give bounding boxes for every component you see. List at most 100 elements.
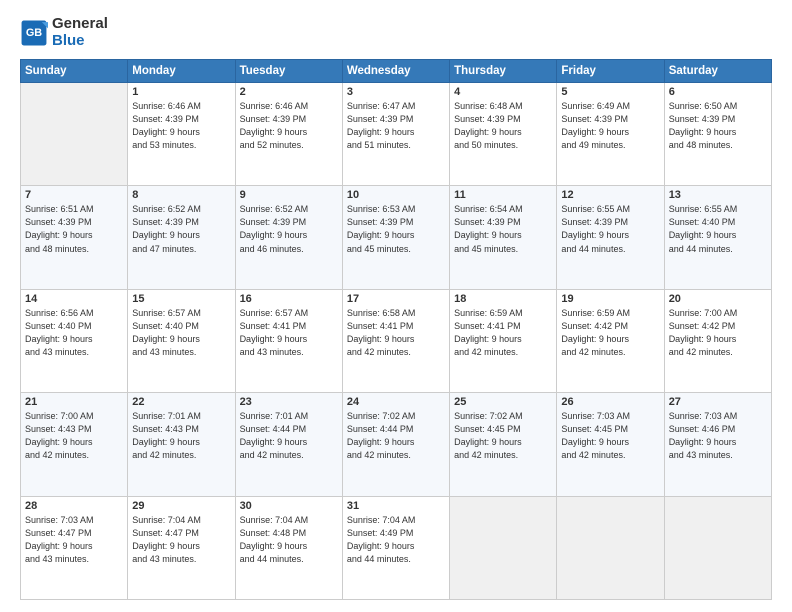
day-number: 26 [561,396,659,408]
calendar-cell: 12 Sunrise: 6:55 AMSunset: 4:39 PMDayligh… [557,186,664,289]
cell-info: Sunrise: 6:55 AMSunset: 4:39 PMDaylight:… [561,203,659,255]
cell-info-line: and 45 minutes. [347,244,411,254]
cell-info-line: Sunset: 4:45 PM [561,424,628,434]
cell-info-line: Sunrise: 6:53 AM [347,204,416,214]
cell-info: Sunrise: 7:04 AMSunset: 4:49 PMDaylight:… [347,514,445,566]
cell-info: Sunrise: 6:48 AMSunset: 4:39 PMDaylight:… [454,100,552,152]
calendar-table: SundayMondayTuesdayWednesdayThursdayFrid… [20,59,772,600]
cell-info: Sunrise: 7:02 AMSunset: 4:44 PMDaylight:… [347,410,445,462]
cell-info-line: Daylight: 9 hours [561,230,629,240]
cell-info-line: Sunset: 4:39 PM [347,217,414,227]
cell-info: Sunrise: 7:00 AMSunset: 4:42 PMDaylight:… [669,307,767,359]
cell-info: Sunrise: 6:59 AMSunset: 4:41 PMDaylight:… [454,307,552,359]
calendar-cell: 31Sunrise: 7:04 AMSunset: 4:49 PMDayligh… [342,496,449,599]
cell-info: Sunrise: 6:54 AMSunset: 4:39 PMDaylight:… [454,203,552,255]
day-number: 30 [240,500,338,512]
cell-info-line: Sunset: 4:43 PM [132,424,199,434]
calendar-cell: 14 Sunrise: 6:56 AMSunset: 4:40 PMDayligh… [21,289,128,392]
col-header-thursday: Thursday [450,60,557,83]
cell-info-line: Sunset: 4:40 PM [132,321,199,331]
day-number: 24 [347,396,445,408]
logo-text: General Blue [52,16,108,49]
cell-info-line: Daylight: 9 hours [240,230,308,240]
cell-info: Sunrise: 6:57 AMSunset: 4:41 PMDaylight:… [240,307,338,359]
cell-info-line: Sunset: 4:39 PM [669,114,736,124]
cell-info-line: Sunrise: 6:46 AM [240,101,309,111]
calendar-cell: 26Sunrise: 7:03 AMSunset: 4:45 PMDayligh… [557,393,664,496]
cell-info: Sunrise: 7:03 AMSunset: 4:47 PMDaylight:… [25,514,123,566]
cell-info-line: Daylight: 9 hours [454,334,522,344]
col-header-tuesday: Tuesday [235,60,342,83]
calendar-row-2: 7Sunrise: 6:51 AMSunset: 4:39 PMDaylight… [21,186,772,289]
cell-info-line: and 47 minutes. [132,244,196,254]
cell-info-line: Sunset: 4:48 PM [240,528,307,538]
day-number: 19 [561,293,659,305]
day-number: 1 [132,86,230,98]
cell-info: Sunrise: 6:46 AM Sunset: 4:39 PM Daylight:… [240,100,338,152]
header: GB General Blue [20,16,772,49]
calendar-cell: 7Sunrise: 6:51 AMSunset: 4:39 PMDaylight… [21,186,128,289]
cell-info-line: and 44 minutes. [669,244,733,254]
cell-info-line: and 49 minutes. [561,140,625,150]
day-number: 7 [25,189,123,201]
calendar-cell: 4Sunrise: 6:48 AMSunset: 4:39 PMDaylight… [450,83,557,186]
cell-info-line: and 43 minutes. [669,450,733,460]
cell-info-line: and 51 minutes. [347,140,411,150]
cell-info-line: Sunset: 4:40 PM [25,321,92,331]
page: GB General Blue SundayMondayTuesdayWedne… [0,0,792,612]
cell-info-line: and 43 minutes. [240,347,304,357]
cell-info-line: Daylight: 9 hours [132,127,200,137]
cell-info-line: Daylight: 9 hours [561,127,629,137]
cell-info-line: Sunset: 4:39 PM [240,217,307,227]
cell-info-line: Daylight: 9 hours [347,541,415,551]
cell-info-line: Daylight: 9 hours [454,437,522,447]
cell-info-line: and 42 minutes. [561,450,625,460]
cell-info-line: Sunset: 4:39 PM [240,114,307,124]
calendar-header-row: SundayMondayTuesdayWednesdayThursdayFrid… [21,60,772,83]
calendar-cell [21,83,128,186]
cell-info: Sunrise: 7:00 AMSunset: 4:43 PMDaylight:… [25,410,123,462]
cell-info-line: Daylight: 9 hours [561,437,629,447]
calendar-cell: 20Sunrise: 7:00 AMSunset: 4:42 PMDayligh… [664,289,771,392]
cell-info-line: Sunrise: 7:03 AM [669,411,738,421]
cell-info-line: and 42 minutes. [347,450,411,460]
cell-info-line: Sunrise: 7:04 AM [240,515,309,525]
calendar-cell: 5Sunrise: 6:49 AMSunset: 4:39 PMDaylight… [557,83,664,186]
cell-info-line: Sunrise: 6:49 AM [561,101,630,111]
calendar-cell: 10Sunrise: 6:53 AMSunset: 4:39 PMDayligh… [342,186,449,289]
cell-info-line: Sunset: 4:39 PM [25,217,92,227]
cell-info: Sunrise: 7:02 AMSunset: 4:45 PMDaylight:… [454,410,552,462]
cell-info-line: Sunrise: 7:00 AM [669,308,738,318]
cell-info-line: Daylight: 9 hours [25,541,93,551]
col-header-wednesday: Wednesday [342,60,449,83]
cell-info: Sunrise: 6:46 AMSunset: 4:39 PMDaylight:… [132,100,230,152]
cell-info-line: Daylight: 9 hours [240,541,308,551]
cell-info: Sunrise: 6:50 AMSunset: 4:39 PMDaylight:… [669,100,767,152]
cell-info: Sunrise: 7:03 AMSunset: 4:46 PMDaylight:… [669,410,767,462]
cell-info: Sunrise: 6:57 AMSunset: 4:40 PMDaylight:… [132,307,230,359]
cell-info-line: and 42 minutes. [454,347,518,357]
day-number: 16 [240,293,338,305]
cell-info-line: Daylight: 9 hours [454,230,522,240]
calendar-row-3: 14 Sunrise: 6:56 AMSunset: 4:40 PMDayligh… [21,289,772,392]
calendar-cell: 9Sunrise: 6:52 AMSunset: 4:39 PMDaylight… [235,186,342,289]
cell-info-line: Sunrise: 6:59 AM [454,308,523,318]
day-number: 17 [347,293,445,305]
cell-info-line: Sunset: 4:45 PM [454,424,521,434]
cell-info-line: and 43 minutes. [25,554,89,564]
day-number: 28 [25,500,123,512]
calendar-cell: 6Sunrise: 6:50 AMSunset: 4:39 PMDaylight… [664,83,771,186]
day-number: 9 [240,189,338,201]
cell-info-line: Daylight: 9 hours [240,127,308,137]
cell-info: Sunrise: 6:56 AMSunset: 4:40 PMDaylight:… [25,307,123,359]
col-header-monday: Monday [128,60,235,83]
calendar-cell: 27Sunrise: 7:03 AMSunset: 4:46 PMDayligh… [664,393,771,496]
cell-info-line: and 48 minutes. [669,140,733,150]
day-number: 12 [561,189,659,201]
calendar-row-4: 21Sunrise: 7:00 AMSunset: 4:43 PMDayligh… [21,393,772,496]
day-number: 22 [132,396,230,408]
cell-info-line: Sunset: 4:39 PM [454,114,521,124]
day-number: 8 [132,189,230,201]
day-number: 14 [25,293,123,305]
calendar-cell: 19Sunrise: 6:59 AMSunset: 4:42 PMDayligh… [557,289,664,392]
